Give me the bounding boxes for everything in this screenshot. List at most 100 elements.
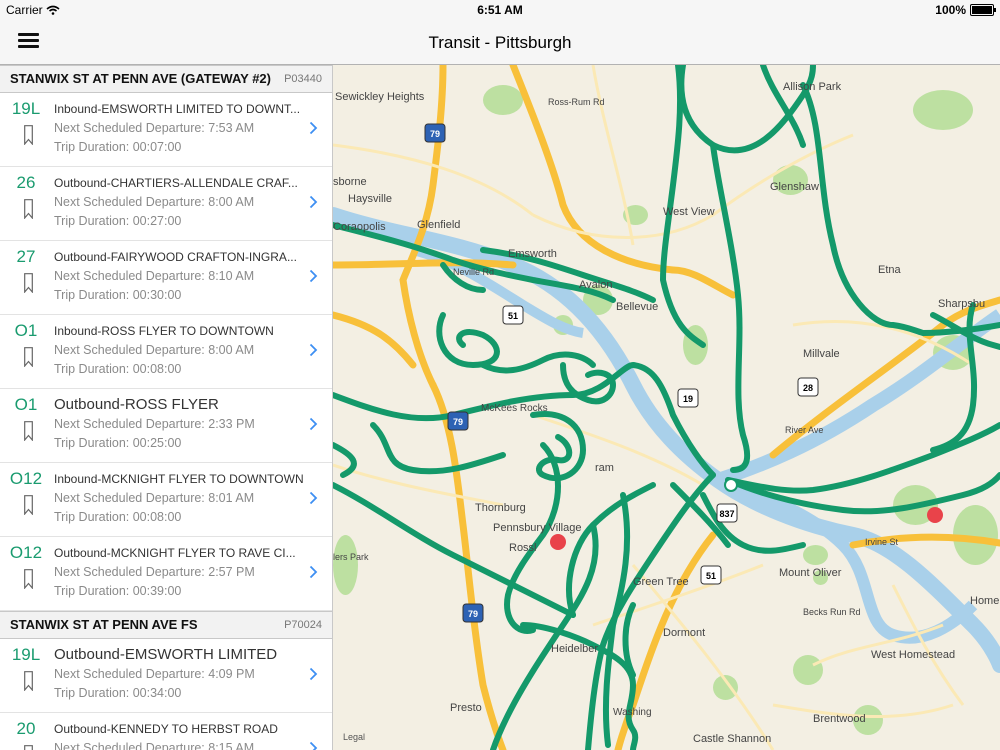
bookmark-icon[interactable] [24, 745, 33, 750]
interstate-shield-label: 79 [453, 417, 463, 427]
park-area [913, 90, 973, 130]
bookmark-icon[interactable] [24, 199, 33, 219]
battery-percent: 100% [935, 3, 966, 17]
map-place-label: Dormont [663, 627, 705, 639]
chevron-right-icon[interactable] [309, 565, 318, 579]
departure-row[interactable]: 19L Outbound-EMSWORTH LIMITED Next Schedul… [0, 639, 332, 713]
next-departure: Next Scheduled Departure: 7:53 AM [54, 121, 255, 135]
chevron-right-icon[interactable] [309, 269, 318, 283]
map-place-label: Irvine St [865, 537, 899, 547]
route-destination: Outbound-ROSS FLYER [54, 396, 219, 413]
trip-duration: Trip Duration: 00:27:00 [54, 214, 182, 228]
route-shield-label: 51 [706, 571, 716, 581]
map-place-label: Heidelber [551, 643, 598, 655]
route-shield-label: 19 [683, 394, 693, 404]
interstate-shield-label: 79 [468, 609, 478, 619]
map-place-label: West View [663, 206, 715, 218]
trip-duration: Trip Duration: 00:25:00 [54, 436, 182, 450]
chevron-right-icon[interactable] [309, 491, 318, 505]
downtown-station-marker [724, 478, 738, 492]
next-departure: Next Scheduled Departure: 8:10 AM [54, 269, 255, 283]
map-place-label: sborne [333, 176, 367, 188]
park-area [333, 535, 358, 595]
interstate-shield-label: 79 [430, 129, 440, 139]
map-place-label: West Homestead [871, 649, 955, 661]
trip-duration: Trip Duration: 00:39:00 [54, 584, 182, 598]
chevron-right-icon[interactable] [309, 741, 318, 750]
park-area [803, 545, 828, 565]
bookmark-icon[interactable] [24, 569, 33, 589]
departure-row[interactable]: 26 Outbound-CHARTIERS-ALLENDALE CRAF... Ne… [0, 167, 332, 241]
trip-duration: Trip Duration: 00:30:00 [54, 288, 182, 302]
route-destination: Inbound-ROSS FLYER TO DOWNTOWN [54, 324, 274, 338]
bookmark-icon[interactable] [24, 125, 33, 145]
chevron-right-icon[interactable] [309, 195, 318, 209]
map-place-label: Thornburg [475, 502, 526, 514]
route-number: O1 [14, 321, 38, 340]
map-place-label: lers Park [333, 552, 369, 562]
map-place-label: River Ave [785, 425, 823, 435]
battery-icon [970, 4, 996, 16]
departure-row[interactable]: 27 Outbound-FAIRYWOOD CRAFTON-INGRA... Nex… [0, 241, 332, 315]
stop-name: STANWIX ST AT PENN AVE FS [10, 617, 198, 632]
route-destination: Outbound-KENNEDY TO HERBST ROAD [54, 722, 278, 736]
departure-row[interactable]: O1 Outbound-ROSS FLYER Next Scheduled Depa… [0, 389, 332, 463]
park-area [483, 85, 523, 115]
route-destination: Inbound-EMSWORTH LIMITED TO DOWNT... [54, 102, 301, 116]
highway-road [333, 259, 517, 269]
departures-list[interactable]: STANWIX ST AT PENN AVE (GATEWAY #2) P0344… [0, 65, 333, 750]
route-destination: Inbound-MCKNIGHT FLYER TO DOWNTOWN [54, 472, 304, 486]
map-place-label: Avalon [579, 279, 612, 291]
navigation-bar: Transit - Pittsburgh [0, 20, 1000, 65]
next-departure: Next Scheduled Departure: 2:33 PM [54, 417, 255, 431]
stop-section-header: STANWIX ST AT PENN AVE FS P70024 [0, 611, 332, 639]
departure-row[interactable]: 20 Outbound-KENNEDY TO HERBST ROAD Next Sc… [0, 713, 332, 750]
map-place-label: Green Tree [633, 576, 689, 588]
stop-section-header: STANWIX ST AT PENN AVE (GATEWAY #2) P0344… [0, 65, 332, 93]
map-place-label: Glenfield [417, 219, 460, 231]
map-place-label: Glenshaw [770, 181, 819, 193]
legal-link[interactable]: Legal [343, 732, 365, 742]
battery-indicator: 100% [935, 3, 996, 17]
map-place-label: Allison Park [783, 81, 842, 93]
chevron-right-icon[interactable] [309, 121, 318, 135]
departure-row[interactable]: O12 Inbound-MCKNIGHT FLYER TO DOWNTOWN Nex… [0, 463, 332, 537]
route-destination: Outbound-FAIRYWOOD CRAFTON-INGRA... [54, 250, 297, 264]
route-destination: Outbound-CHARTIERS-ALLENDALE CRAF... [54, 176, 298, 190]
bookmark-icon[interactable] [24, 671, 33, 691]
bookmark-icon[interactable] [24, 273, 33, 293]
map-place-label: Becks Run Rd [803, 607, 861, 617]
map-place-label: ram [595, 462, 614, 474]
clock: 6:51 AM [477, 3, 523, 17]
chevron-right-icon[interactable] [309, 417, 318, 431]
map-place-label: Ross-Rum Rd [548, 97, 605, 107]
route-shield-label: 51 [508, 311, 518, 321]
map-canvas[interactable]: 79 79 79 51 51 19 28 837 Sewickley Heights Ross-R… [333, 65, 1000, 750]
status-bar: Carrier 6:51 AM 100% [0, 0, 1000, 20]
parking-icon [550, 534, 566, 550]
route-shield-label: 28 [803, 383, 813, 393]
departure-row[interactable]: 19L Inbound-EMSWORTH LIMITED TO DOWNT... N… [0, 93, 332, 167]
bookmark-icon[interactable] [24, 421, 33, 441]
route-number: 26 [16, 173, 36, 192]
trip-duration: Trip Duration: 00:08:00 [54, 510, 182, 524]
map-place-label: Washing [613, 707, 652, 718]
map-place-label: Neville Rd [453, 267, 494, 277]
trip-duration: Trip Duration: 00:07:00 [54, 140, 182, 154]
route-destination: Outbound-EMSWORTH LIMITED [54, 646, 278, 663]
bookmark-icon[interactable] [24, 347, 33, 367]
map-place-label: Castle Shannon [693, 733, 771, 745]
chevron-right-icon[interactable] [309, 343, 318, 357]
map-place-label: McKees Rocks [481, 403, 548, 414]
map-place-label: Rossl [509, 542, 537, 554]
route-shield-label: 837 [719, 509, 734, 519]
route-number: 19L [11, 645, 41, 664]
departure-row[interactable]: O12 Outbound-MCKNIGHT FLYER TO RAVE CI...… [0, 537, 332, 611]
chevron-right-icon[interactable] [309, 667, 318, 681]
map-place-label: Brentwood [813, 713, 866, 725]
map-place-label: Mount Oliver [779, 567, 842, 579]
bookmark-icon[interactable] [24, 495, 33, 515]
departure-row[interactable]: O1 Inbound-ROSS FLYER TO DOWNTOWN Next Sch… [0, 315, 332, 389]
next-departure: Next Scheduled Departure: 8:01 AM [54, 491, 255, 505]
transit-map[interactable]: 79 79 79 51 51 19 28 837 Sewickley Heights Ross-R… [333, 65, 1000, 750]
